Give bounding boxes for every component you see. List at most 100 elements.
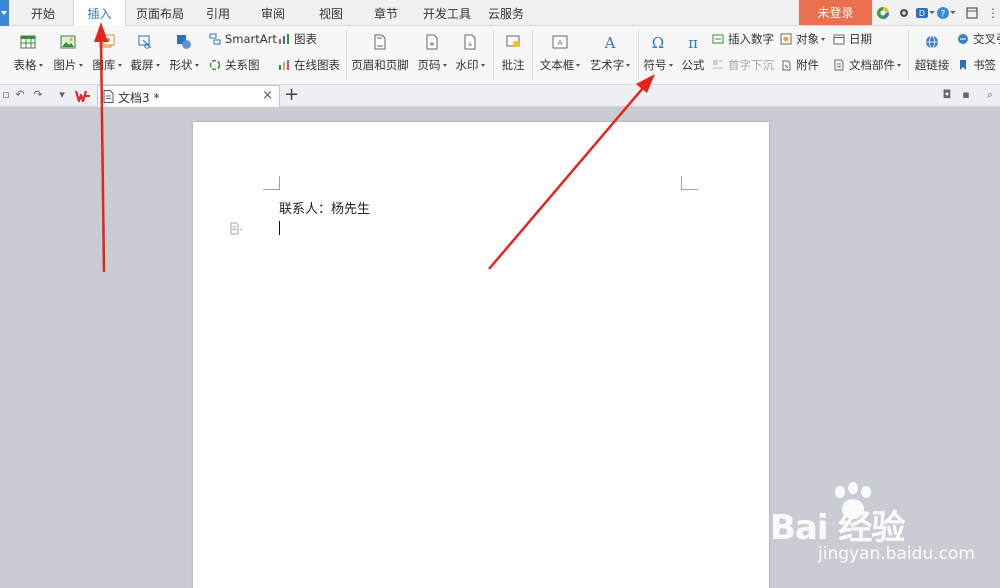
object-icon — [780, 33, 792, 45]
insert-picture-button[interactable]: 图片 — [50, 26, 86, 84]
paragraph-handle-icon[interactable] — [229, 222, 243, 236]
watermark-icon: a — [464, 34, 476, 50]
screenshot-button[interactable]: 截屏 — [127, 26, 163, 84]
share-icon[interactable]: D — [915, 6, 929, 20]
gallery-label: 图库 — [92, 58, 116, 72]
chevron-down-icon — [442, 64, 447, 67]
undo-icon[interactable]: ↶ — [14, 89, 26, 101]
search-icon[interactable]: ⌕ — [984, 89, 996, 101]
wordart-button[interactable]: A 艺术字 — [586, 26, 634, 84]
relation-chart-icon — [209, 59, 221, 71]
screenshot-label: 截屏 — [130, 58, 154, 72]
app-menu-button[interactable] — [0, 0, 9, 26]
doc-parts-icon — [834, 59, 844, 71]
svg-text:A: A — [558, 39, 563, 47]
formula-button[interactable]: π 公式 — [678, 26, 708, 84]
login-button[interactable]: 未登录 — [799, 0, 872, 25]
ribbon-divider — [532, 30, 533, 80]
menu-bar: 开始 插入 页面布局 引用 审阅 视图 章节 开发工具 云服务 未登录 D ? … — [0, 0, 1000, 27]
tab-cloud[interactable]: 云服务 — [482, 0, 530, 26]
drop-cap-icon — [713, 60, 723, 69]
textbox-button[interactable]: A 文本框 — [538, 26, 582, 84]
page-number-icon: # — [426, 34, 438, 50]
ribbon-divider — [908, 30, 909, 80]
drop-cap-label: 首字下沉 — [728, 58, 774, 72]
header-footer-icon — [374, 34, 386, 50]
document-icon — [103, 90, 114, 103]
comment-button[interactable]: 批注 — [496, 26, 530, 84]
header-footer-button[interactable]: 页眉和页脚 — [350, 26, 410, 84]
comment-label: 批注 — [501, 58, 525, 72]
chevron-down-icon[interactable] — [929, 11, 935, 14]
textbox-icon: A — [552, 35, 568, 49]
tab-options-icon[interactable]: ▪ — [960, 89, 972, 101]
save-icon[interactable]: ▫ — [0, 89, 12, 101]
redo-icon[interactable]: ↷ — [32, 89, 44, 101]
tab-review[interactable]: 审阅 — [250, 0, 296, 26]
svg-text:Ω: Ω — [652, 34, 664, 50]
chevron-down-icon — [480, 64, 485, 67]
chevron-down-icon — [1, 11, 7, 15]
bookmark-icon — [960, 60, 966, 70]
svg-text:A: A — [604, 34, 616, 50]
table-icon — [20, 35, 36, 49]
watermark-button[interactable]: a 水印 — [452, 26, 488, 84]
document-tab[interactable]: 文档3 * × — [97, 85, 280, 107]
smartart-label: SmartArt — [225, 32, 277, 46]
restore-window-icon[interactable] — [965, 6, 979, 20]
page-number-button[interactable]: # 页码 — [414, 26, 450, 84]
chevron-down-icon — [821, 38, 825, 41]
customize-quick-access-icon[interactable]: ▾ — [56, 89, 68, 101]
online-chart-icon — [279, 60, 289, 70]
chevron-down-icon — [668, 64, 673, 67]
insert-number-label: 插入数字 — [728, 32, 774, 46]
tab-page-layout[interactable]: 页面布局 — [132, 0, 188, 26]
insert-table-button[interactable]: 表格 — [10, 26, 46, 84]
svg-text:π: π — [688, 34, 698, 50]
tab-list-icon[interactable]: ◘ — [941, 89, 953, 101]
wordart-icon: A — [604, 34, 616, 50]
cross-reference-label: 交叉引 — [973, 32, 1000, 46]
insert-shape-button[interactable]: 形状 — [166, 26, 202, 84]
symbol-button[interactable]: Ω 符号 — [640, 26, 676, 84]
chevron-down-icon[interactable] — [950, 11, 956, 14]
margin-corner-mark — [681, 176, 698, 190]
date-label: 日期 — [849, 32, 872, 46]
cross-reference-icon — [958, 34, 968, 44]
tab-insert[interactable]: 插入 — [73, 0, 126, 27]
chevron-down-icon — [194, 64, 199, 67]
document-page[interactable]: 联系人：杨先生 — [193, 122, 769, 588]
gallery-icon — [99, 34, 115, 48]
help-icon[interactable]: ? — [936, 6, 950, 20]
ribbon-insert: 表格 图片 图库 截屏 形状 SmartArt 关系图 图表 在线图表 页眉和页… — [0, 26, 1000, 85]
tab-view[interactable]: 视图 — [308, 0, 354, 26]
ribbon-divider — [493, 30, 494, 80]
scissors-icon — [138, 35, 152, 49]
tab-home[interactable]: 开始 — [18, 0, 68, 26]
tab-chapter[interactable]: 章节 — [363, 0, 409, 26]
new-tab-button[interactable]: + — [284, 85, 299, 105]
chevron-down-icon — [155, 64, 160, 67]
contact-text[interactable]: 联系人：杨先生 — [279, 198, 370, 217]
tab-references[interactable]: 引用 — [195, 0, 241, 26]
tab-developer[interactable]: 开发工具 — [418, 0, 476, 26]
hyperlink-button[interactable]: 超链接 — [912, 26, 952, 84]
margin-corner-mark — [263, 176, 280, 190]
relation-chart-label: 关系图 — [225, 58, 260, 72]
svg-text:#: # — [429, 41, 434, 48]
calendar-icon — [833, 34, 845, 45]
ribbon-divider — [638, 30, 639, 80]
svg-text:a: a — [468, 41, 472, 48]
insert-gallery-button[interactable]: 图库 — [89, 26, 125, 84]
document-tab-title: 文档3 * — [118, 91, 160, 105]
attachment-label: 附件 — [796, 58, 819, 72]
skin-icon[interactable] — [876, 6, 890, 20]
picture-label: 图片 — [53, 58, 77, 72]
smartart-icon — [209, 33, 221, 45]
more-icon[interactable]: ⋮ — [985, 5, 1000, 21]
table-label: 表格 — [13, 58, 37, 72]
close-icon[interactable]: × — [262, 88, 273, 103]
wps-logo-icon[interactable] — [75, 88, 91, 104]
wordart-label: 艺术字 — [589, 58, 625, 72]
settings-icon[interactable] — [897, 6, 911, 20]
